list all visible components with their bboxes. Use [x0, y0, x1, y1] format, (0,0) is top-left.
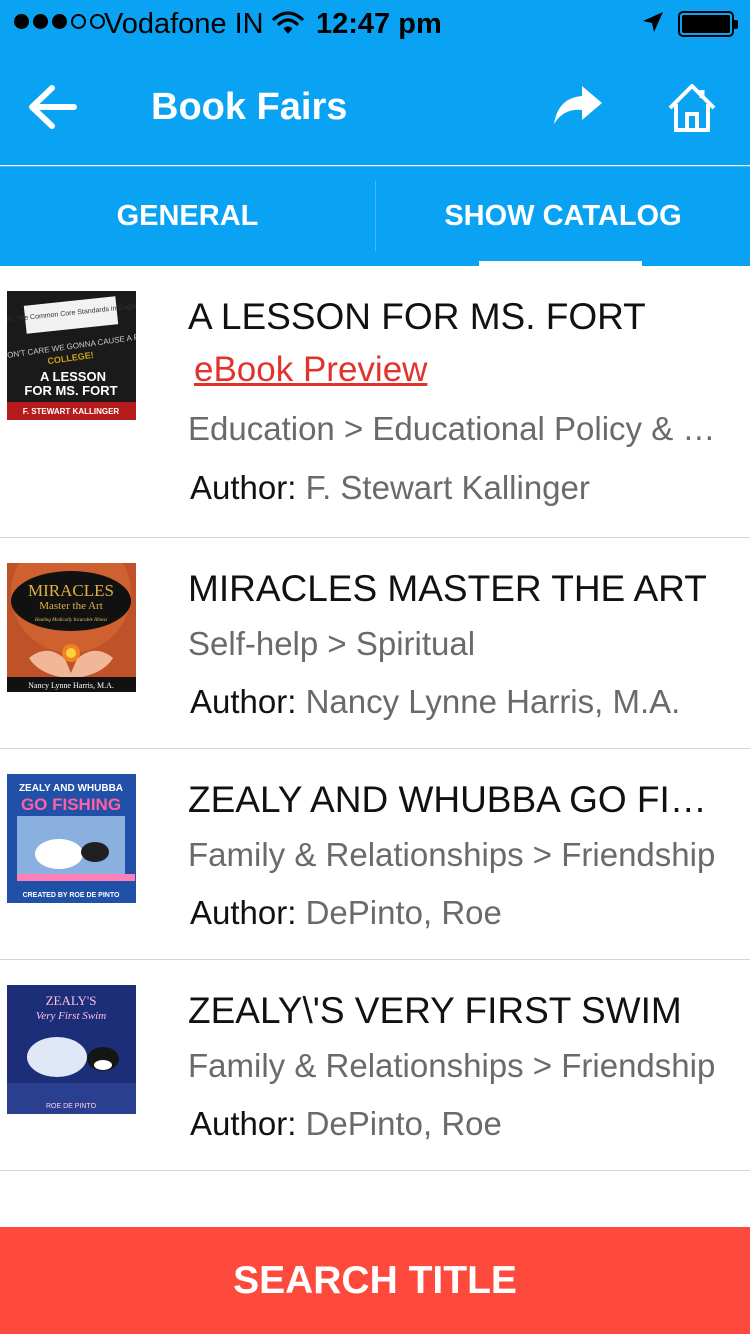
ebook-preview-link[interactable]: eBook Preview: [194, 350, 427, 390]
book-category: Family & Relationships > Friendship: [188, 1047, 716, 1084]
carrier-name: Vodafone IN: [104, 8, 264, 40]
battery-icon: [678, 11, 738, 37]
cover-text: F. STEWART KALLINGER: [23, 407, 120, 416]
book-row[interactable]: MIRACLES Master the Art Healing Medicall…: [0, 538, 750, 749]
book-cover: Aim: The Common Core Standards in Englis…: [7, 291, 136, 420]
book-cover: MIRACLES Master the Art Healing Medicall…: [7, 563, 136, 692]
author-name: Nancy Lynne Harris, M.A.: [305, 683, 681, 720]
home-icon[interactable]: [666, 82, 718, 139]
cover-text: Very First Swim: [36, 1010, 106, 1022]
cover-text: Master the Art: [39, 600, 103, 612]
cover-text: ZEALY'S: [46, 993, 97, 1008]
status-time: 12:47 pm: [316, 8, 442, 40]
status-bar: Vodafone IN 12:47 pm: [0, 0, 750, 48]
book-title: A LESSON FOR MS. FORT: [188, 296, 646, 337]
book-cover: ZEALY AND WHUBBA GO FISHING CREATED BY R…: [7, 774, 136, 903]
share-icon[interactable]: [552, 84, 604, 133]
book-list: Aim: The Common Core Standards in Englis…: [0, 266, 750, 1171]
author-label: Author:: [190, 1105, 297, 1142]
author-label: Author:: [190, 683, 297, 720]
book-category: Self-help > Spiritual: [188, 625, 476, 662]
book-cover: ZEALY'S Very First Swim ROE DE PINTO: [7, 985, 136, 1114]
book-title: MIRACLES MASTER THE ART: [188, 568, 707, 609]
nav-bar: Book Fairs: [0, 48, 750, 165]
cover-text: ROE DE PINTO: [46, 1103, 97, 1110]
cover-text: Nancy Lynne Harris, M.A.: [28, 681, 114, 690]
book-author: Author: DePinto, Roe: [190, 1105, 728, 1143]
cover-text: Healing Medically Incurable Illness: [34, 618, 107, 623]
cover-text: CREATED BY ROE DE PINTO: [23, 892, 120, 899]
author-name: DePinto, Roe: [305, 894, 502, 931]
book-title: ZEALY AND WHUBBA GO FISHING: [188, 779, 728, 820]
book-row[interactable]: ZEALY'S Very First Swim ROE DE PINTO ZEA…: [0, 960, 750, 1171]
cover-text: ZEALY AND WHUBBA: [19, 783, 123, 794]
book-author: Author: F. Stewart Kallinger: [190, 469, 728, 507]
page-title: Book Fairs: [151, 86, 348, 128]
book-author: Author: DePinto, Roe: [190, 894, 728, 932]
back-arrow-icon[interactable]: [26, 82, 78, 137]
book-row[interactable]: ZEALY AND WHUBBA GO FISHING CREATED BY R…: [0, 749, 750, 960]
segment-tabs: GENERAL SHOW CATALOG: [0, 166, 750, 267]
cover-text: FOR MS. FORT: [24, 383, 117, 398]
cover-text: A LESSON: [40, 369, 106, 384]
tab-general[interactable]: GENERAL: [0, 167, 375, 266]
author-label: Author:: [190, 469, 297, 506]
tab-show-catalog[interactable]: SHOW CATALOG: [376, 167, 750, 266]
search-title-button[interactable]: SEARCH TITLE: [0, 1227, 750, 1334]
book-row[interactable]: Aim: The Common Core Standards in Englis…: [0, 266, 750, 538]
book-author: Author: Nancy Lynne Harris, M.A.: [190, 683, 728, 721]
book-category: Family & Relationships > Friendship: [188, 836, 716, 873]
author-name: DePinto, Roe: [305, 1105, 502, 1142]
author-label: Author:: [190, 894, 297, 931]
author-name: F. Stewart Kallinger: [305, 469, 590, 506]
cover-text: GO FISHING: [21, 795, 121, 814]
signal-strength-icon: [14, 14, 105, 29]
location-arrow-icon: [640, 10, 666, 41]
cover-text: MIRACLES: [28, 581, 114, 600]
book-category: Education > Educational Policy & Reform: [188, 410, 728, 447]
wifi-icon: [272, 10, 304, 41]
book-title: ZEALY\'S VERY FIRST SWIM: [188, 990, 682, 1031]
